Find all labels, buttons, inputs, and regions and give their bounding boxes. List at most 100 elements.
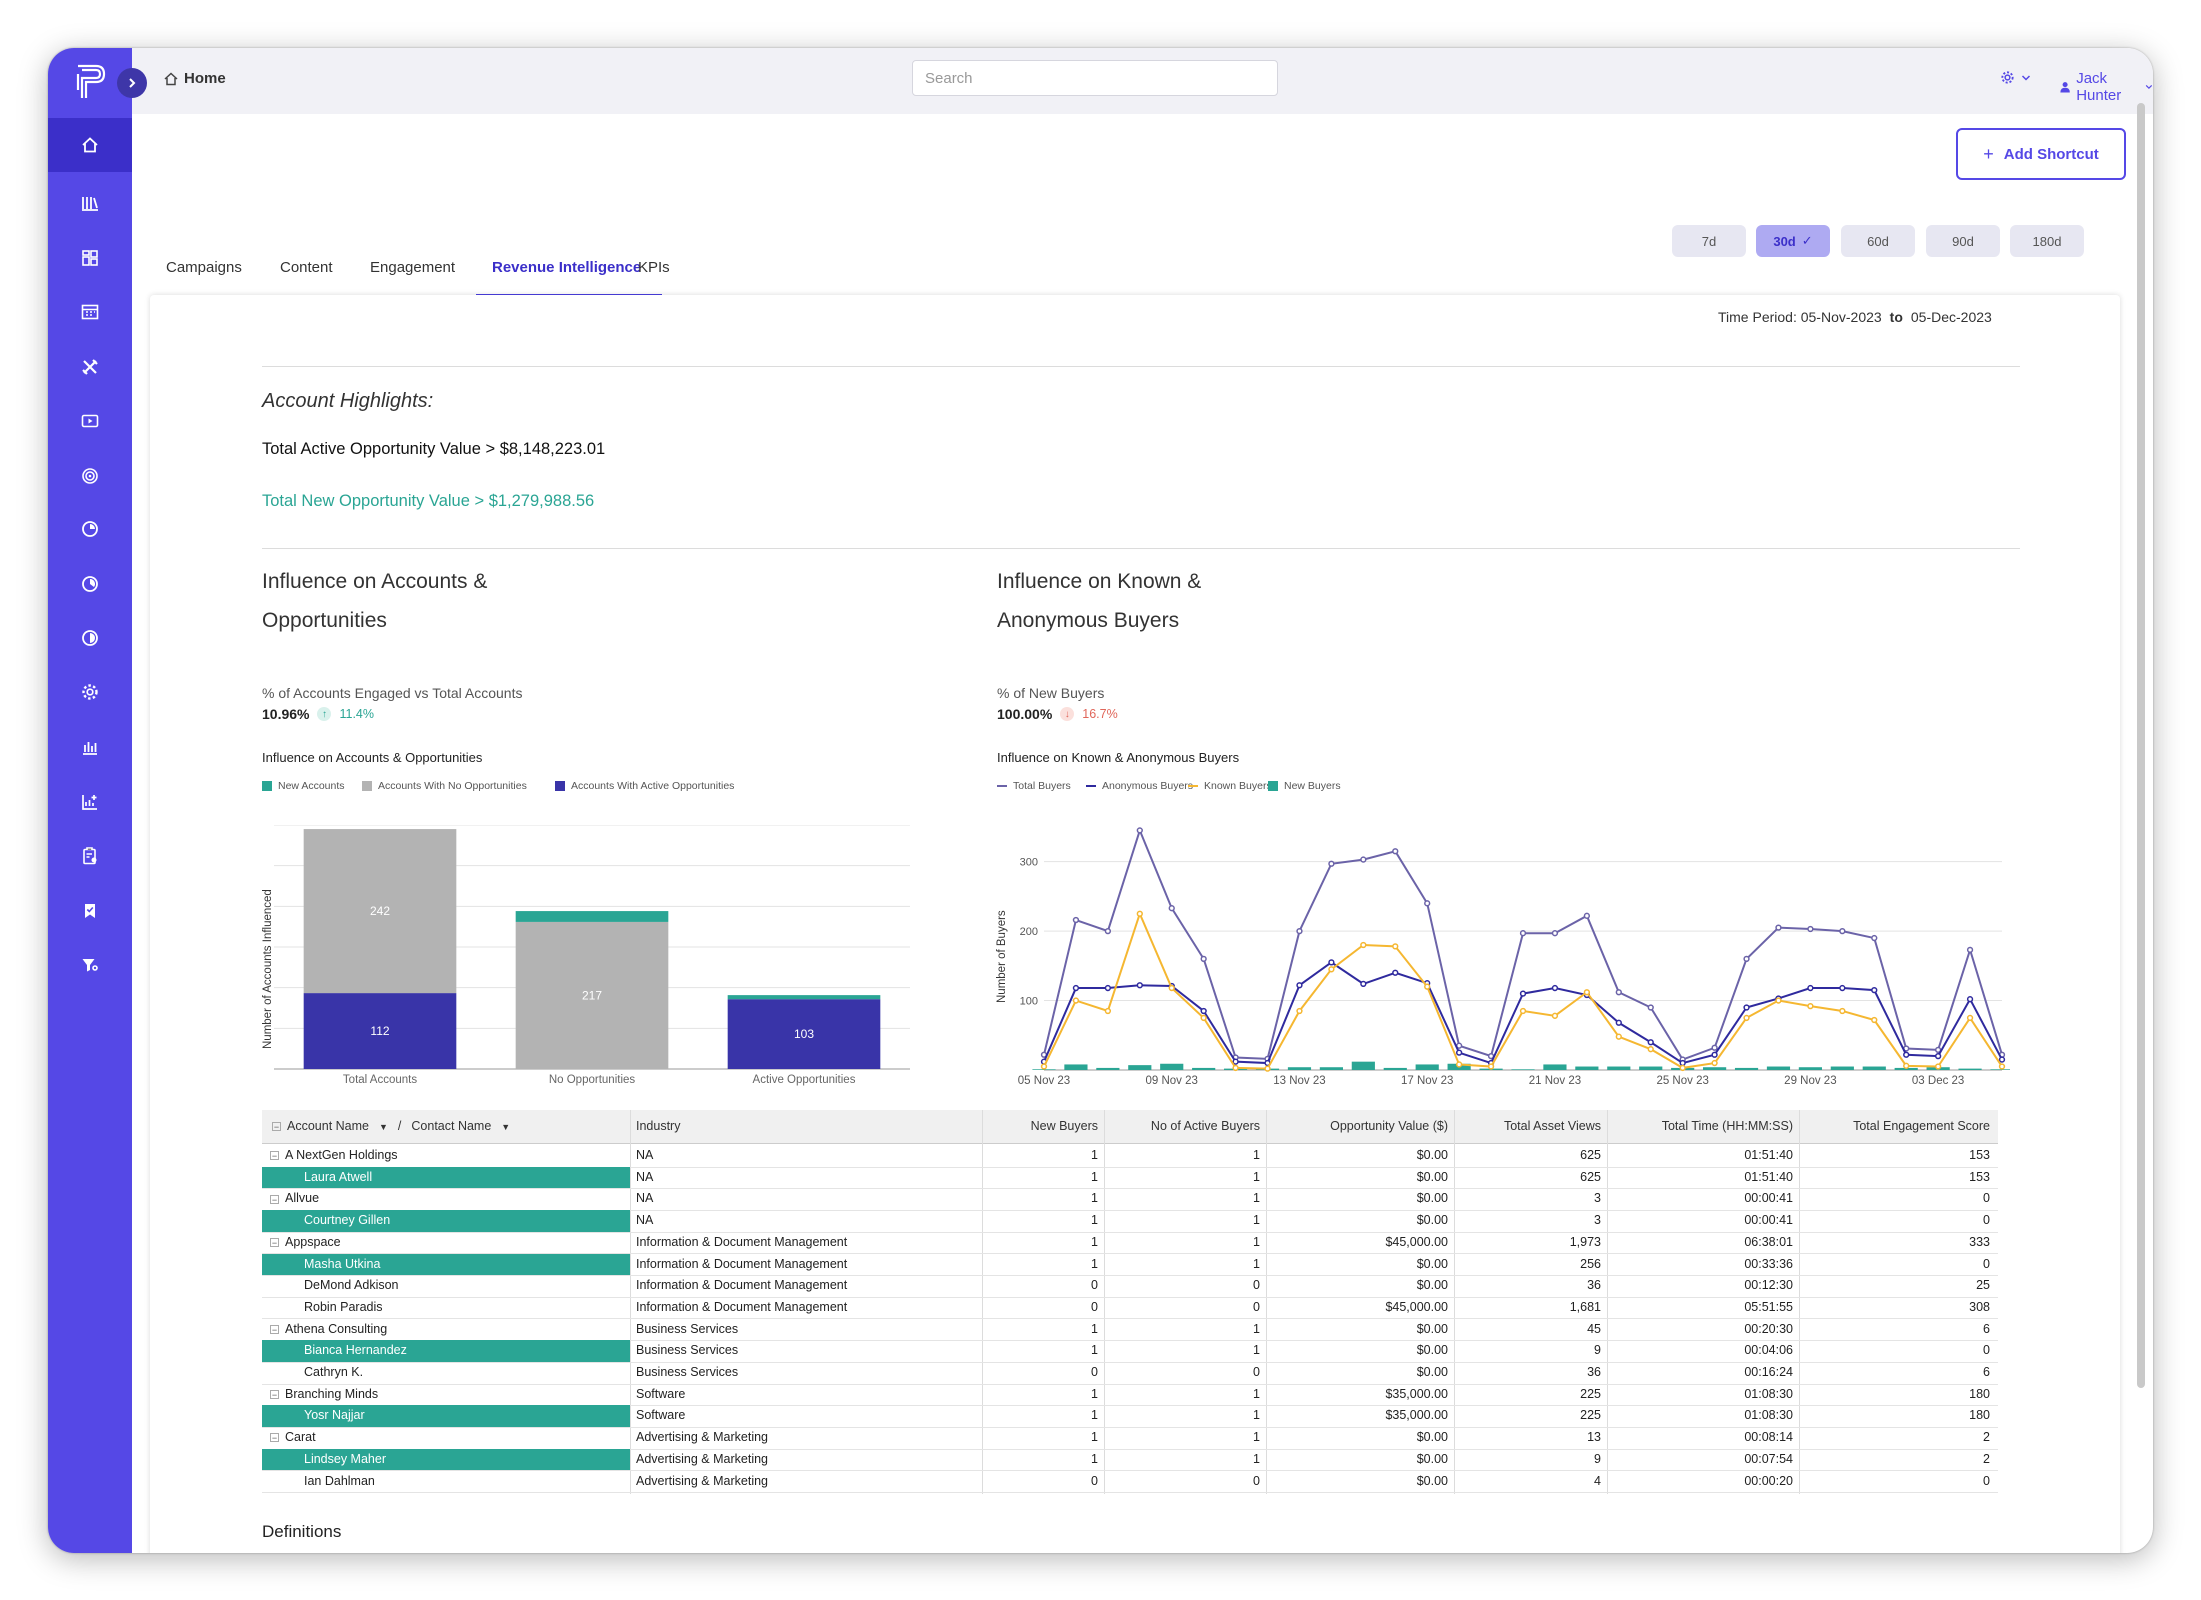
range-button-30d[interactable]: 30d ✓ bbox=[1756, 225, 1830, 257]
chart2-point[interactable] bbox=[1200, 955, 1207, 963]
chart2-bar-new-buyers[interactable] bbox=[1319, 1067, 1343, 1070]
chart2-point[interactable] bbox=[1487, 1063, 1495, 1070]
chart2-point[interactable] bbox=[1104, 927, 1112, 935]
chart2-point[interactable] bbox=[1200, 1007, 1207, 1015]
sidebar-item-bar-chart[interactable] bbox=[48, 720, 132, 774]
name-cell[interactable]: Masha Utkina bbox=[262, 1253, 630, 1276]
chart2-point[interactable] bbox=[1839, 984, 1846, 992]
sidebar-item-pie-chart-alt[interactable] bbox=[48, 557, 132, 611]
contact-row[interactable]: Ian Dahlman Advertising & Marketing 0 0 $0.0… bbox=[262, 1471, 1998, 1494]
col-header-no-of-active-buyers[interactable]: No of Active Buyers bbox=[1104, 1110, 1260, 1143]
chart2-point[interactable] bbox=[1775, 924, 1782, 931]
chart2-bar-new-buyers[interactable] bbox=[1511, 1069, 1535, 1070]
chart2-point[interactable] bbox=[1615, 1019, 1622, 1026]
account-row[interactable]: − Carat Advertising & Marketing 1 1 $0.00 13 00… bbox=[262, 1427, 1998, 1450]
chart2-bar-new-buyers[interactable] bbox=[1192, 1067, 1216, 1070]
chart2-point[interactable] bbox=[1104, 984, 1112, 992]
col-header-new-buyers[interactable]: New Buyers bbox=[982, 1110, 1098, 1143]
chart2-point[interactable] bbox=[1072, 916, 1080, 924]
chart2-point[interactable] bbox=[1966, 996, 1974, 1003]
contact-row[interactable]: Robin Paradis Information & Document Mana… bbox=[262, 1297, 1998, 1320]
chart2-line-total-buyers[interactable] bbox=[1043, 827, 2003, 1061]
chart2-point[interactable] bbox=[1711, 1059, 1718, 1067]
name-cell[interactable]: − Branching Minds bbox=[262, 1384, 630, 1406]
chart2-point[interactable] bbox=[1519, 1007, 1527, 1015]
contact-row[interactable]: Cathryn K. Business Services 0 0 $0.00 36 00:1… bbox=[262, 1362, 1998, 1385]
chart2-point[interactable] bbox=[1807, 925, 1814, 933]
chart2-point[interactable] bbox=[1839, 1007, 1846, 1015]
chart2-legend-item[interactable]: Total Buyers bbox=[997, 780, 1071, 792]
chart2-bar-new-buyers[interactable] bbox=[1830, 1066, 1854, 1070]
chart2-point[interactable] bbox=[1168, 984, 1175, 992]
name-cell[interactable]: DeMond Adkison bbox=[262, 1275, 630, 1297]
collapse-toggle[interactable]: − bbox=[270, 1151, 279, 1161]
chart2-point[interactable] bbox=[1072, 997, 1080, 1004]
chart2-point[interactable] bbox=[1743, 955, 1750, 963]
account-row[interactable]: − Appspace Information & Document Manageme… bbox=[262, 1232, 1998, 1255]
sort-down-icon[interactable]: ▼ bbox=[379, 1122, 388, 1132]
chart2-point[interactable] bbox=[1424, 900, 1431, 907]
chart2-bar-new-buyers[interactable] bbox=[1287, 1067, 1312, 1070]
chart2-point[interactable] bbox=[1392, 848, 1399, 855]
account-row[interactable]: − Allvue NA 1 1 $0.00 3 00:00:41 0 bbox=[262, 1188, 1998, 1211]
chart2-bar-new-buyers[interactable] bbox=[1128, 1065, 1152, 1070]
col-header-opportunity-value-[interactable]: Opportunity Value ($) bbox=[1266, 1110, 1448, 1143]
chart2-bar-new-buyers[interactable] bbox=[1543, 1064, 1567, 1070]
contact-row[interactable]: Yosr Najjar Software 1 1 $35,000.00 225 01:08:… bbox=[262, 1405, 1998, 1428]
tab-engagement[interactable]: Engagement bbox=[370, 258, 455, 294]
chart2-bar-new-buyers[interactable] bbox=[1575, 1066, 1599, 1070]
chart2-point[interactable] bbox=[1296, 982, 1303, 989]
sidebar-item-dashboard-grid[interactable] bbox=[48, 231, 132, 285]
chart2-point[interactable] bbox=[1040, 1063, 1048, 1070]
chart2-bar-new-buyers[interactable] bbox=[1990, 1069, 2010, 1070]
chart2-point[interactable] bbox=[1871, 1016, 1878, 1024]
col-header-contact-name[interactable]: Contact Name bbox=[411, 1119, 491, 1133]
sort-down-icon[interactable]: ▼ bbox=[501, 1122, 510, 1132]
chart2-bar-new-buyers[interactable] bbox=[1639, 1066, 1663, 1070]
sidebar-item-filter-settings[interactable] bbox=[48, 938, 132, 992]
chart2-point[interactable] bbox=[1296, 1007, 1303, 1015]
chart2-point[interactable] bbox=[1711, 1051, 1718, 1058]
settings-menu[interactable] bbox=[2000, 70, 2031, 85]
chart2-bar-new-buyers[interactable] bbox=[1383, 1067, 1407, 1070]
chart1-legend-item[interactable]: Accounts With No Opportunities bbox=[362, 780, 527, 792]
chart2-point[interactable] bbox=[1934, 1052, 1942, 1060]
chart2-point[interactable] bbox=[1998, 1056, 2006, 1063]
name-cell[interactable]: Ian Dahlman bbox=[262, 1471, 630, 1493]
name-cell[interactable]: − Athena Consulting bbox=[262, 1319, 630, 1341]
chart2-point[interactable] bbox=[1424, 983, 1431, 990]
chart2-point[interactable] bbox=[1647, 1046, 1654, 1053]
contact-row[interactable]: Masha Utkina Information & Document Manag… bbox=[262, 1253, 1998, 1277]
chart2-point[interactable] bbox=[1807, 984, 1814, 992]
chart2-point[interactable] bbox=[1903, 1051, 1910, 1058]
chart2-point[interactable] bbox=[1551, 984, 1559, 992]
chart2-point[interactable] bbox=[1200, 1014, 1207, 1022]
chart2-point[interactable] bbox=[1743, 1014, 1750, 1022]
chart2-point[interactable] bbox=[1583, 912, 1591, 919]
sidebar-item-pie-chart[interactable] bbox=[48, 502, 132, 556]
name-cell[interactable]: − Allvue bbox=[262, 1188, 630, 1210]
tab-content[interactable]: Content bbox=[280, 258, 333, 294]
chart2-point[interactable] bbox=[1903, 1062, 1910, 1069]
chart2-point[interactable] bbox=[1136, 982, 1143, 989]
chart2-point[interactable] bbox=[1136, 910, 1143, 917]
name-cell[interactable]: Yosr Najjar bbox=[262, 1405, 630, 1427]
chart2-point[interactable] bbox=[1551, 1012, 1559, 1019]
chart2-point[interactable] bbox=[1168, 905, 1175, 912]
sidebar-item-bookmark-check[interactable] bbox=[48, 884, 132, 938]
name-cell[interactable]: − Carat bbox=[262, 1427, 630, 1449]
chart2-point[interactable] bbox=[1328, 959, 1335, 966]
range-button-60d[interactable]: 60d bbox=[1841, 225, 1915, 257]
collapse-toggle[interactable]: − bbox=[270, 1324, 279, 1334]
chart2-point[interactable] bbox=[1615, 989, 1622, 996]
sidebar-item-target[interactable] bbox=[48, 449, 132, 503]
chart2-point[interactable] bbox=[1264, 1065, 1271, 1072]
chart2-legend-item[interactable]: Known Buyers bbox=[1188, 780, 1272, 792]
name-cell[interactable]: Cathryn K. bbox=[262, 1362, 630, 1384]
chart2-point[interactable] bbox=[1072, 984, 1080, 992]
tab-revenue-intelligence[interactable]: Revenue Intelligence bbox=[492, 258, 641, 294]
chart2-point[interactable] bbox=[1519, 990, 1527, 997]
name-cell[interactable]: Courtney Gillen bbox=[262, 1210, 630, 1232]
col-header-total-asset-views[interactable]: Total Asset Views bbox=[1454, 1110, 1601, 1143]
sidebar-item-pie-chart-third[interactable] bbox=[48, 611, 132, 665]
